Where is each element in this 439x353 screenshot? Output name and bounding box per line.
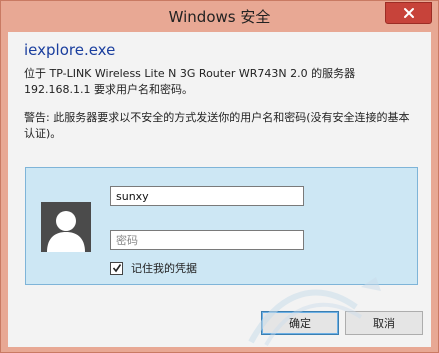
description-line-2: 192.168.1.1 要求用户名和密码。 xyxy=(24,83,193,96)
window-title: Windows 安全 xyxy=(168,8,271,26)
server-description: 位于 TP-LINK Wireless Lite N 3G Router WR7… xyxy=(24,66,419,98)
cancel-button[interactable]: 取消 xyxy=(345,311,423,335)
close-icon xyxy=(403,8,414,18)
app-name: iexplore.exe xyxy=(24,41,116,59)
description-line-1: 位于 TP-LINK Wireless Lite N 3G Router WR7… xyxy=(24,67,356,80)
remember-checkbox[interactable] xyxy=(110,261,123,275)
title-bar[interactable]: Windows 安全 xyxy=(1,1,438,33)
checkmark-icon xyxy=(112,264,121,273)
dialog-body: iexplore.exe 位于 TP-LINK Wireless Lite N … xyxy=(8,32,431,347)
ok-button[interactable]: 确定 xyxy=(261,311,339,335)
close-button[interactable] xyxy=(385,2,432,24)
user-avatar-icon xyxy=(41,202,91,252)
remember-credentials[interactable]: 记住我的凭据 xyxy=(110,260,197,276)
password-field[interactable] xyxy=(110,230,304,250)
remember-label: 记住我的凭据 xyxy=(131,262,197,275)
security-warning: 警告: 此服务器要求以不安全的方式发送你的用户名和密码(没有安全连接的基本认证)… xyxy=(24,111,410,140)
username-field[interactable] xyxy=(110,186,304,206)
security-dialog-window: Windows 安全 iexplore.exe 位于 TP-LINK Wirel… xyxy=(0,0,439,353)
credential-panel: 记住我的凭据 xyxy=(25,167,418,285)
